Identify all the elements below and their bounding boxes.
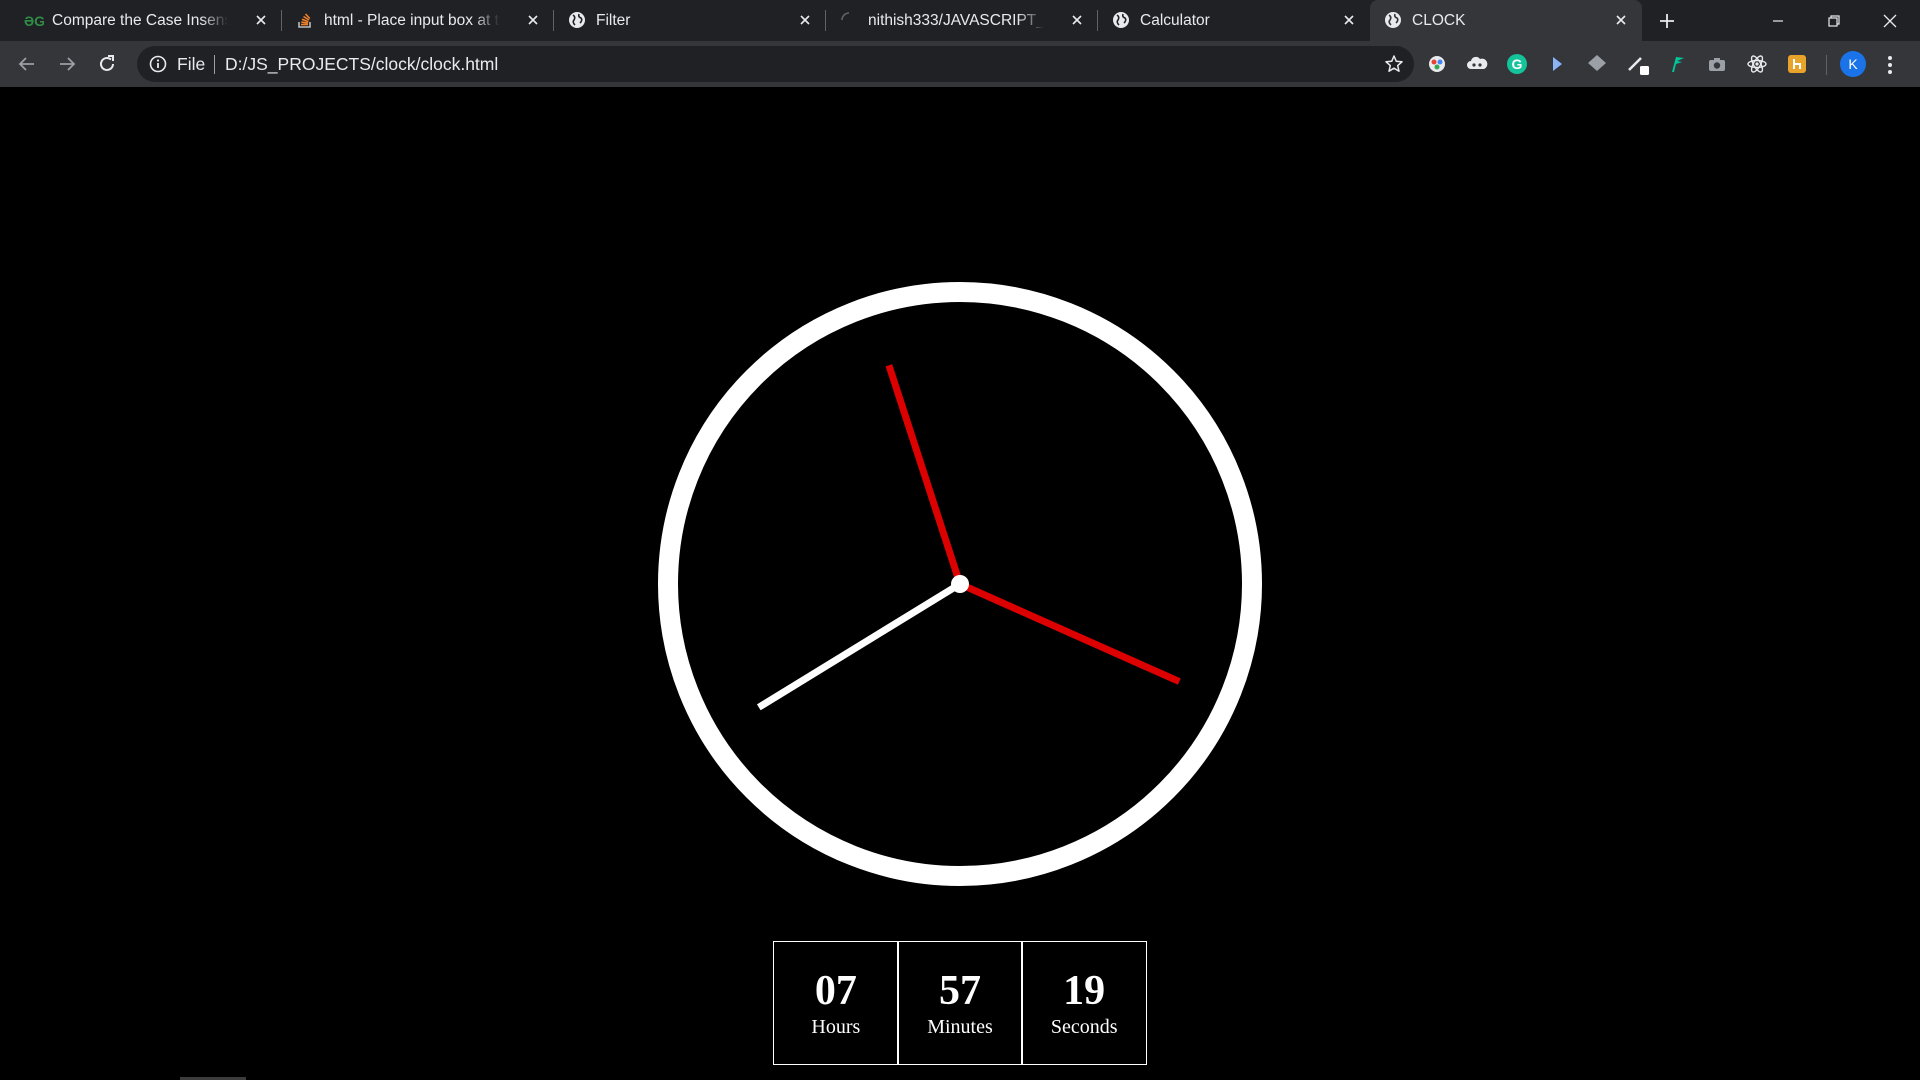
- bookmark-star-icon[interactable]: [1384, 54, 1404, 79]
- scheme-label: File: [177, 54, 206, 74]
- tab-title: Filter: [596, 12, 631, 29]
- cursor-arrow-icon[interactable]: [1545, 52, 1569, 76]
- tab-title: html - Place input box at the: [324, 12, 500, 29]
- tab-title: nithish333/JAVASCRIPT_PRO: [868, 12, 1044, 29]
- seconds-cell: 19 Seconds: [1021, 941, 1148, 1065]
- tab-compare-case[interactable]: ƏG Compare the Case Insensitive: [10, 0, 282, 41]
- forward-button[interactable]: [53, 50, 81, 78]
- toolbar-separator: [1826, 55, 1827, 75]
- close-tab-icon[interactable]: [1342, 13, 1356, 27]
- react-devtools-icon[interactable]: [1745, 52, 1769, 76]
- seconds-label: Seconds: [1050, 1016, 1118, 1038]
- close-window-button[interactable]: [1862, 0, 1918, 41]
- minutes-value: 57: [939, 968, 981, 1014]
- info-icon[interactable]: [149, 55, 167, 78]
- globe-icon: [1384, 11, 1402, 29]
- stackoverflow-icon: [296, 11, 314, 29]
- geeksforgeeks-icon: ƏG: [24, 11, 45, 29]
- tab-strip: ƏG Compare the Case Insensitive html - P…: [0, 0, 1920, 41]
- restore-button[interactable]: [1806, 0, 1862, 41]
- digital-time-display: 07 Hours 57 Minutes 19 Seconds: [773, 941, 1148, 1065]
- svg-text:G: G: [1512, 56, 1523, 72]
- minimize-icon: [1773, 20, 1783, 22]
- minimize-button[interactable]: [1750, 0, 1806, 41]
- back-arrow-icon: [18, 57, 34, 71]
- hours-cell: 07 Hours: [773, 941, 899, 1065]
- forward-arrow-icon: [60, 57, 76, 71]
- tab-title: Compare the Case Insensitive: [52, 12, 228, 29]
- tab-place-input[interactable]: html - Place input box at the: [282, 0, 554, 41]
- page-content: 07 Hours 57 Minutes 19 Seconds: [0, 87, 1920, 1080]
- extension-pen-icon[interactable]: [1625, 52, 1649, 76]
- hours-value: 07: [814, 968, 857, 1014]
- close-tab-icon[interactable]: [798, 13, 812, 27]
- restore-icon: [1828, 15, 1840, 27]
- minutes-cell: 57 Minutes: [897, 941, 1023, 1065]
- tab-github-repo[interactable]: nithish333/JAVASCRIPT_PRO: [826, 0, 1098, 41]
- close-tab-icon[interactable]: [1614, 13, 1628, 27]
- analog-clock: [658, 282, 1262, 886]
- loading-icon: [840, 11, 858, 29]
- back-button[interactable]: [13, 50, 41, 78]
- hour-hand: [756, 581, 962, 711]
- tab-calculator[interactable]: Calculator: [1098, 0, 1370, 41]
- reload-icon: [100, 55, 114, 71]
- url-text[interactable]: D:/JS_PROJECTS/clock/clock.html: [225, 54, 498, 74]
- profile-avatar[interactable]: K: [1840, 51, 1866, 77]
- minute-hand: [885, 364, 964, 586]
- address-bar[interactable]: File D:/JS_PROJECTS/clock/clock.html: [137, 46, 1414, 82]
- close-tab-icon[interactable]: [526, 13, 540, 27]
- extension-cloud-icon[interactable]: [1465, 52, 1489, 76]
- second-hand: [958, 580, 1181, 685]
- menu-kebab-icon[interactable]: [1886, 54, 1894, 81]
- svg-text:ƏG: ƏG: [24, 13, 44, 29]
- tab-title: CLOCK: [1412, 12, 1466, 29]
- tab-filter[interactable]: Filter: [554, 0, 826, 41]
- browser-toolbar: File D:/JS_PROJECTS/clock/clock.html G K: [0, 41, 1920, 87]
- grammarly-icon[interactable]: G: [1505, 52, 1529, 76]
- new-tab-button[interactable]: [1653, 7, 1681, 35]
- minutes-label: Minutes: [927, 1016, 993, 1038]
- clock-center-pin: [951, 575, 969, 593]
- close-tab-icon[interactable]: [254, 13, 268, 27]
- scheme-divider: [214, 55, 215, 74]
- camera-icon[interactable]: [1705, 52, 1729, 76]
- reload-button[interactable]: [93, 50, 121, 78]
- seconds-value: 19: [1063, 968, 1106, 1014]
- close-icon: [1883, 14, 1897, 28]
- hours-label: Hours: [811, 1016, 861, 1038]
- globe-icon: [1112, 11, 1130, 29]
- extension-orange-icon[interactable]: [1785, 52, 1809, 76]
- close-tab-icon[interactable]: [1070, 13, 1084, 27]
- extension-layers-icon[interactable]: [1585, 52, 1609, 76]
- globe-icon: [568, 11, 586, 29]
- tab-title: Calculator: [1140, 12, 1210, 29]
- tab-clock[interactable]: CLOCK: [1370, 0, 1642, 41]
- extension-colorful-icon[interactable]: [1425, 52, 1449, 76]
- extension-leaf-icon[interactable]: [1665, 52, 1689, 76]
